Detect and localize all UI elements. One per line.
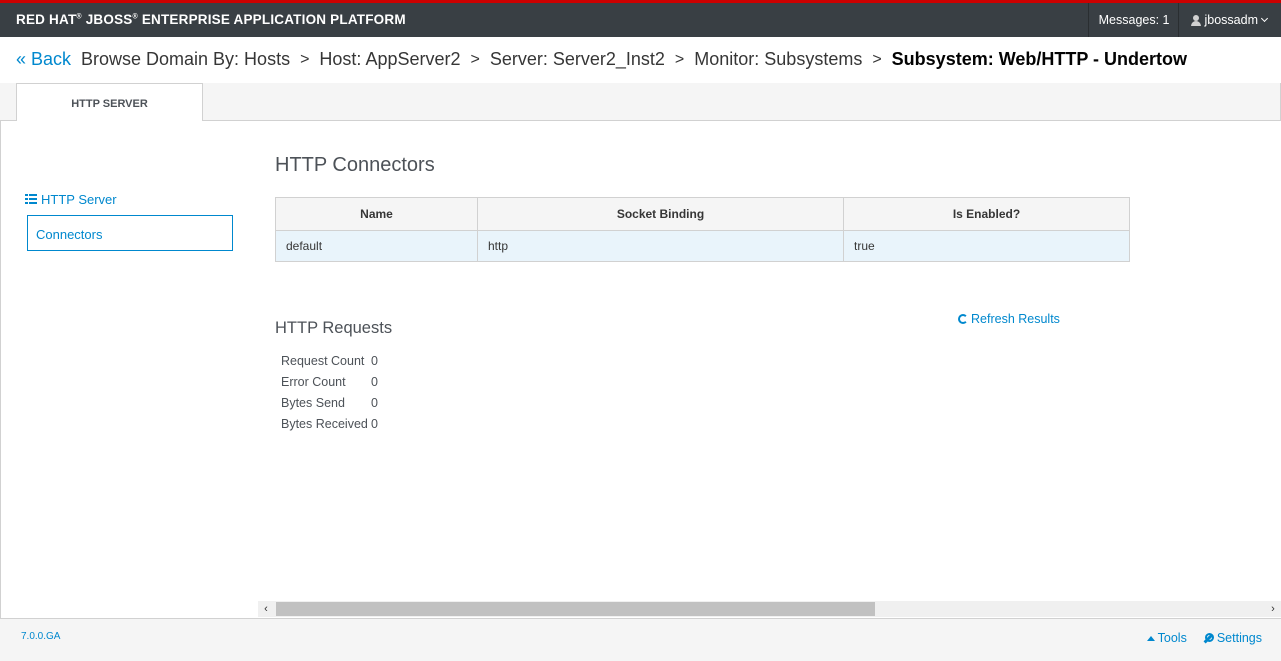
tools-button[interactable]: Tools [1146, 631, 1187, 645]
table-row[interactable]: default http true [275, 230, 1130, 262]
tab-bar: HTTP SERVER [0, 83, 1281, 121]
breadcrumb-item-hosts[interactable]: Browse Domain By: Hosts [81, 49, 290, 70]
back-link[interactable]: « Back [16, 49, 71, 70]
request-stats: Request Count 0 Error Count 0 Bytes Send… [281, 350, 378, 434]
stat-value: 0 [371, 374, 378, 389]
footer-actions: Tools Settings [1146, 631, 1262, 645]
breadcrumb-item-host[interactable]: Host: AppServer2 [319, 49, 460, 70]
horizontal-scrollbar[interactable]: ‹ › [258, 601, 1281, 617]
sidebar: HTTP Server Connectors [25, 191, 235, 251]
sidebar-heading-label: HTTP Server [41, 191, 117, 207]
user-menu-button[interactable]: jbossadm [1177, 3, 1281, 37]
breadcrumb-separator: > [470, 50, 480, 68]
cell-name: default [275, 230, 478, 262]
scroll-right-icon[interactable]: › [1267, 603, 1279, 615]
sidebar-heading[interactable]: HTTP Server [25, 191, 235, 207]
scroll-left-icon[interactable]: ‹ [260, 603, 272, 615]
stat-label: Bytes Received [281, 416, 368, 431]
stat-row: Bytes Send 0 [281, 392, 378, 413]
stat-value: 0 [371, 416, 378, 431]
tools-label: Tools [1157, 631, 1187, 645]
cell-socket-binding: http [477, 230, 844, 262]
breadcrumb-item-monitor[interactable]: Monitor: Subsystems [694, 49, 862, 70]
brand-logo: RED HAT® JBOSS® ENTERPRISE APPLICATION P… [16, 12, 406, 27]
version-link[interactable]: 7.0.0.GA [21, 631, 60, 642]
messages-button[interactable]: Messages: 1 [1087, 3, 1178, 37]
stat-row: Error Count 0 [281, 371, 378, 392]
masthead: RED HAT® JBOSS® ENTERPRISE APPLICATION P… [0, 0, 1281, 37]
scrollbar-thumb[interactable] [276, 602, 875, 616]
content-area: HTTP Server Connectors HTTP Connectors N… [0, 121, 1281, 618]
column-header-is-enabled[interactable]: Is Enabled? [843, 197, 1130, 231]
stat-row: Request Count 0 [281, 350, 378, 371]
connectors-table: Name Socket Binding Is Enabled? default … [275, 197, 1130, 262]
brand-title: ENTERPRISE APPLICATION PLATFORM [141, 12, 406, 27]
requests-title: HTTP Requests [275, 319, 393, 337]
column-header-socket-binding[interactable]: Socket Binding [477, 197, 844, 231]
breadcrumb-bar: « Back Browse Domain By: Hosts > Host: A… [0, 37, 1281, 83]
tab-http-server[interactable]: HTTP SERVER [16, 83, 203, 121]
breadcrumb-separator: > [300, 50, 310, 68]
wrench-icon [1203, 632, 1214, 644]
user-name: jbossadm [1204, 13, 1259, 27]
stat-label: Error Count [281, 374, 346, 389]
breadcrumb-separator: > [674, 50, 685, 68]
breadcrumb-current: Subsystem: Web/HTTP - Undertow [891, 49, 1188, 69]
breadcrumb: Browse Domain By: Hosts > Host: AppServe… [81, 49, 1187, 70]
footer: 7.0.0.GA Tools Settings [0, 618, 1281, 661]
settings-label: Settings [1216, 631, 1262, 645]
brand-jboss: JBOSS [85, 12, 133, 27]
stat-label: Bytes Send [281, 395, 345, 410]
table-header-row: Name Socket Binding Is Enabled? [275, 197, 1130, 231]
stat-row: Bytes Received 0 [281, 413, 378, 434]
stat-value: 0 [371, 395, 378, 410]
list-icon [25, 194, 37, 204]
refresh-icon [958, 314, 968, 324]
connectors-title: HTTP Connectors [275, 154, 435, 176]
caret-up-icon [1146, 635, 1155, 641]
messages-label: Messages: 1 [1098, 13, 1170, 27]
chevron-down-icon [1260, 14, 1269, 22]
refresh-label: Refresh Results [971, 312, 1060, 326]
stat-value: 0 [371, 353, 378, 368]
refresh-results-link[interactable]: Refresh Results [958, 312, 1060, 326]
user-icon [1190, 14, 1201, 26]
breadcrumb-separator: > [872, 50, 882, 68]
settings-button[interactable]: Settings [1203, 631, 1262, 645]
column-header-name[interactable]: Name [275, 197, 478, 231]
stat-label: Request Count [281, 353, 365, 368]
masthead-actions: Messages: 1 jbossadm [1087, 3, 1281, 37]
breadcrumb-item-server[interactable]: Server: Server2_Inst2 [490, 49, 665, 70]
sidebar-item-connectors[interactable]: Connectors [27, 215, 233, 251]
cell-is-enabled: true [843, 230, 1130, 262]
brand-redhat: RED HAT [16, 12, 77, 27]
